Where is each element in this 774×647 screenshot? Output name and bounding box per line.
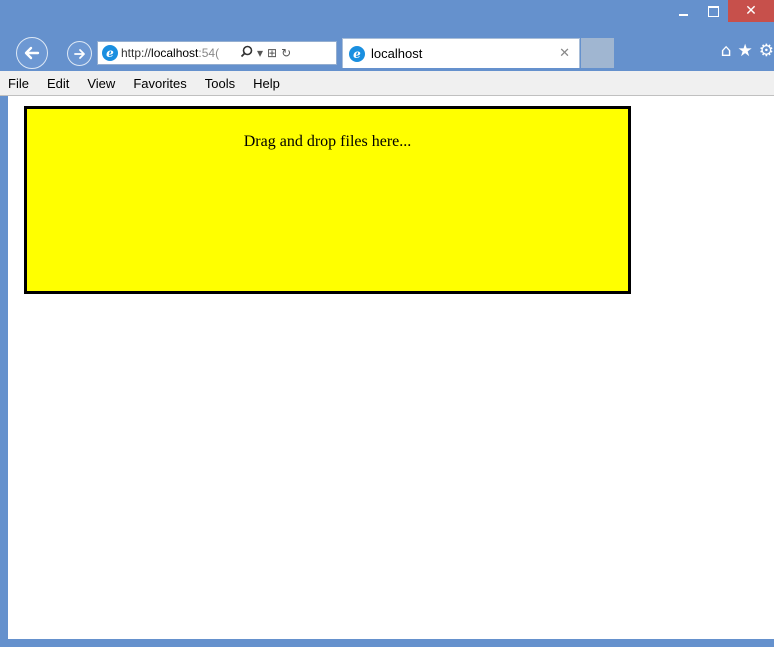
forward-button[interactable] [67, 41, 92, 66]
menu-help[interactable]: Help [244, 71, 289, 96]
menu-tools[interactable]: Tools [196, 71, 244, 96]
navigation-bar: e http://localhost:54( ▾ ⊞ ↻ e localhost… [0, 36, 774, 69]
url-scheme: http:// [121, 46, 152, 60]
maximize-icon [707, 5, 719, 17]
maximize-button[interactable] [698, 0, 728, 22]
url-port: :54( [198, 46, 220, 60]
forward-arrow-icon [73, 48, 85, 59]
ie-page-icon: e [102, 45, 118, 61]
ie-tab-icon: e [349, 45, 365, 62]
home-icon[interactable]: ⌂ [721, 39, 732, 63]
address-dropdown-icon[interactable]: ▾ [257, 46, 263, 60]
settings-gear-icon[interactable]: ⚙ [759, 39, 774, 63]
file-drop-zone[interactable]: Drag and drop files here... [24, 106, 631, 294]
back-arrow-icon [24, 46, 40, 60]
new-tab-button[interactable] [581, 38, 614, 68]
page-content: Drag and drop files here... [8, 96, 774, 639]
back-button[interactable] [16, 37, 48, 69]
address-url[interactable]: http://localhost:54( [121, 46, 236, 60]
minimize-button[interactable] [668, 0, 698, 22]
window-caption-buttons: ✕ [668, 0, 774, 22]
menu-favorites[interactable]: Favorites [124, 71, 195, 96]
tab-close-icon[interactable]: ✕ [559, 46, 570, 61]
refresh-icon[interactable]: ↻ [281, 46, 291, 60]
menu-view[interactable]: View [78, 71, 124, 96]
tab-label: localhost [371, 46, 423, 61]
menu-file[interactable]: File [0, 71, 38, 96]
close-window-button[interactable]: ✕ [728, 0, 774, 22]
compatibility-view-icon[interactable]: ⊞ [267, 46, 277, 60]
menu-edit[interactable]: Edit [38, 71, 78, 96]
drop-zone-label: Drag and drop files here... [243, 133, 412, 150]
address-bar[interactable]: e http://localhost:54( ▾ ⊞ ↻ [97, 41, 337, 65]
url-host: localhost [151, 46, 199, 60]
search-icon[interactable] [240, 45, 253, 61]
menu-bar: File Edit View Favorites Tools Help [0, 71, 774, 96]
minimize-icon [678, 14, 688, 16]
toolbar-icons: ⌂ ★ ⚙ [721, 39, 774, 63]
tab-localhost[interactable]: e localhost ✕ [342, 38, 580, 68]
browser-window: ✕ e http://localhost:54( ▾ ⊞ ↻ e localho… [0, 0, 774, 647]
favorites-star-icon[interactable]: ★ [738, 39, 753, 63]
